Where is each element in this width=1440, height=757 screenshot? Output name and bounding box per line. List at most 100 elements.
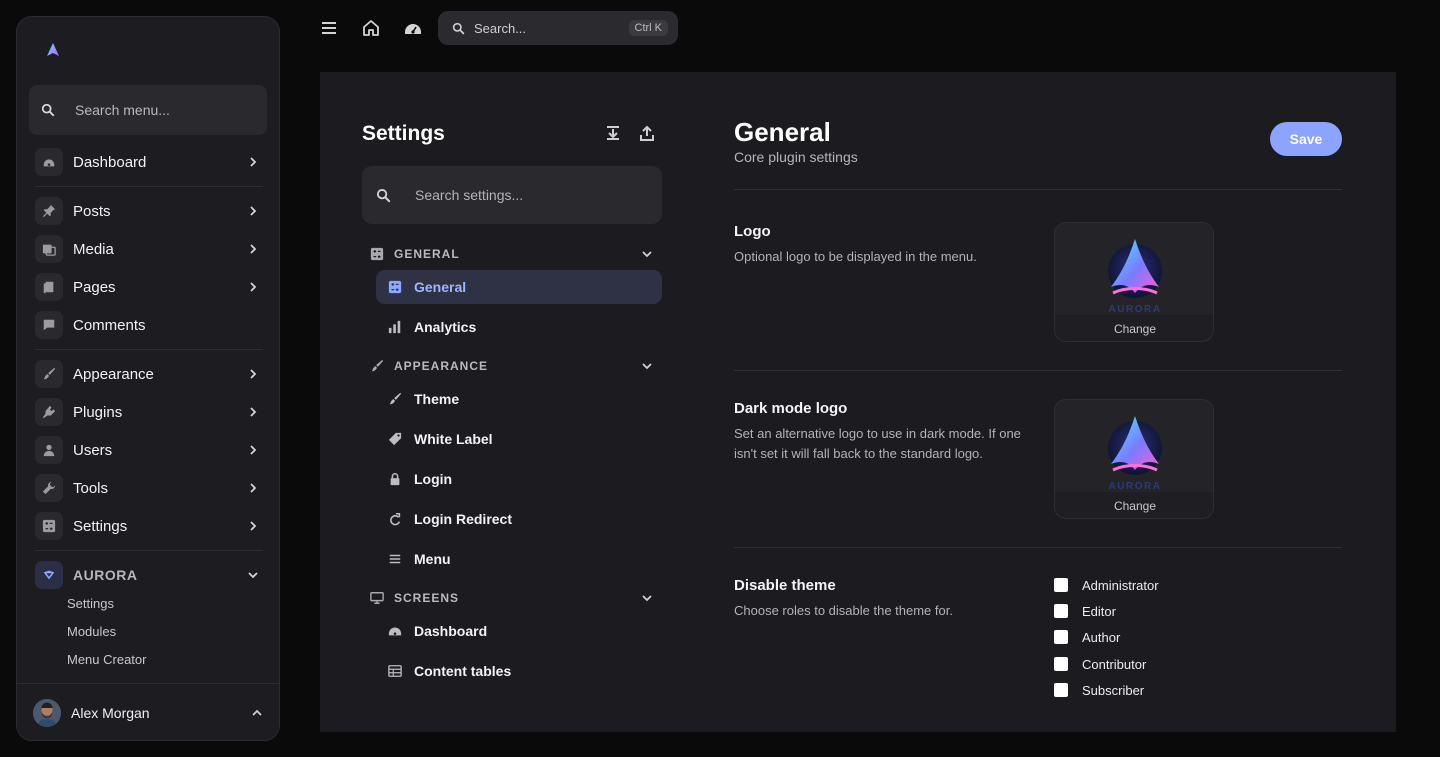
export-icon[interactable] [638,124,656,142]
dashboard-icon [388,624,402,638]
sidebar-item-tools[interactable]: Tools [35,473,263,503]
menu-search[interactable] [29,85,267,135]
aurora-shield-icon [35,561,63,589]
nav-menu[interactable]: Menu [376,542,662,576]
chevron-right-icon [247,156,259,168]
sidebar-item-plugins[interactable]: Plugins [35,397,263,427]
avatar [33,699,61,727]
nav-login-redirect[interactable]: Login Redirect [376,502,662,536]
nav-label: General [414,279,467,295]
menu-search-input[interactable] [75,102,245,118]
brush-icon [388,392,402,406]
hamburger-menu-icon[interactable] [319,18,339,38]
nav-label: Login [414,471,453,487]
settings-icon [35,512,63,540]
sidebar-item-users[interactable]: Users [35,435,263,465]
aurora-sub-modules[interactable]: Modules [67,624,116,639]
checkbox[interactable] [1054,630,1068,644]
nav-label: White Label [414,431,493,447]
dashboard-icon [35,148,63,176]
nav-dashboard[interactable]: Dashboard [376,614,662,648]
save-button[interactable]: Save [1270,122,1342,156]
sidebar-item-label: Dashboard [73,153,147,171]
sidebar-item-label: Settings [73,517,128,535]
global-search[interactable]: Ctrl K [438,11,678,45]
group-general[interactable]: GENERAL [370,244,654,264]
sidebar-item-appearance[interactable]: Appearance [35,359,263,389]
user-menu[interactable]: Alex Morgan [17,683,279,740]
chevron-down-icon [640,359,654,373]
role-checkbox-contributor[interactable]: Contributor [1054,654,1146,674]
media-icon [35,235,63,263]
logo-preview: AURORA [1055,223,1213,315]
nav-content-tables[interactable]: Content tables [376,654,662,688]
sidebar-item-aurora[interactable]: AURORA [35,560,263,590]
sidebar-item-dashboard[interactable]: Dashboard [35,147,263,177]
chevron-right-icon [247,281,259,293]
chevron-down-icon [640,591,654,605]
logo-uploader[interactable]: AURORA Change [1054,222,1214,342]
field-label: Dark mode logo [734,400,848,417]
divider [35,349,263,350]
sidebar-item-comments[interactable]: Comments [35,310,263,340]
table-icon [388,664,402,678]
import-icon[interactable] [604,124,622,142]
tag-icon [388,432,402,446]
brush-icon [370,359,384,373]
checkbox-label: Administrator [1082,577,1159,593]
nav-label: Content tables [414,663,512,679]
sidebar-item-label: Posts [73,202,111,220]
nav-label: Menu [414,551,451,567]
change-logo-button[interactable]: Change [1055,315,1213,341]
home-icon[interactable] [361,18,381,38]
checkbox[interactable] [1054,578,1068,592]
aurora-sub-menu-creator[interactable]: Menu Creator [67,652,146,667]
nav-label: Theme [414,391,460,407]
settings-search-input[interactable] [415,187,635,203]
checkbox[interactable] [1054,604,1068,618]
nav-analytics[interactable]: Analytics [376,310,662,344]
group-appearance[interactable]: APPEARANCE [370,356,654,376]
sidebar-item-media[interactable]: Media [35,234,263,264]
group-label: APPEARANCE [394,359,489,373]
dashboard-icon[interactable] [403,18,423,38]
change-dark-logo-button[interactable]: Change [1055,492,1213,518]
group-label: SCREENS [394,591,460,605]
role-checkbox-subscriber[interactable]: Subscriber [1054,680,1144,700]
chevron-right-icon [247,243,259,255]
role-checkbox-author[interactable]: Author [1054,627,1120,647]
user-icon [35,436,63,464]
dark-logo-uploader[interactable]: AURORA Change [1054,399,1214,519]
nav-login[interactable]: Login [376,462,662,496]
sidebar-item-settings[interactable]: Settings [35,511,263,541]
nav-label: Analytics [414,319,477,335]
chevron-right-icon [247,406,259,418]
dark-logo-preview: AURORA [1055,400,1213,492]
role-checkbox-administrator[interactable]: Administrator [1054,575,1159,595]
nav-white-label[interactable]: White Label [376,422,662,456]
nav-general[interactable]: General [376,270,662,304]
sidebar-item-pages[interactable]: Pages [35,272,263,302]
checkbox[interactable] [1054,657,1068,671]
user-name: Alex Morgan [71,705,150,721]
chevron-right-icon [247,520,259,532]
aurora-logo-icon[interactable] [43,41,63,61]
search-icon [452,22,465,35]
divider [35,550,263,551]
nav-label: Login Redirect [414,511,513,527]
group-screens[interactable]: SCREENS [370,588,654,608]
global-search-input[interactable] [474,20,604,36]
role-checkbox-editor[interactable]: Editor [1054,601,1116,621]
sidebar-item-label: Appearance [73,365,154,383]
plugin-icon [35,398,63,426]
aurora-sub-settings[interactable]: Settings [67,596,114,611]
checkbox-label: Editor [1082,603,1116,619]
checkbox[interactable] [1054,683,1068,697]
sidebar-item-posts[interactable]: Posts [35,196,263,226]
nav-theme[interactable]: Theme [376,382,662,416]
chevron-right-icon [247,444,259,456]
settings-search[interactable] [362,166,662,224]
chevron-right-icon [247,482,259,494]
checkbox-label: Author [1082,629,1121,645]
chevron-down-icon [247,569,259,581]
